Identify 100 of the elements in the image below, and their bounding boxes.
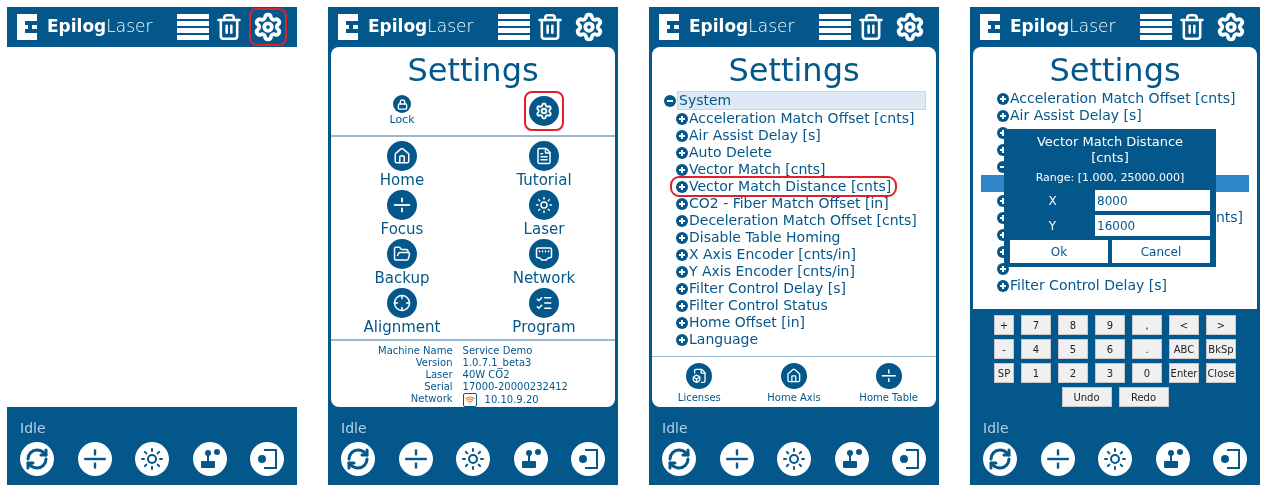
status-text: Idle bbox=[340, 419, 368, 437]
refresh-button[interactable] bbox=[662, 442, 696, 476]
lock-button[interactable]: Lock bbox=[389, 95, 415, 127]
key-button[interactable]: 8 bbox=[1058, 315, 1088, 335]
expand-icon[interactable] bbox=[676, 248, 688, 261]
key-button[interactable]: . bbox=[1132, 339, 1162, 359]
focus-button[interactable] bbox=[719, 442, 754, 476]
expand-icon[interactable] bbox=[997, 109, 1009, 122]
trash-icon[interactable] bbox=[1178, 13, 1206, 41]
key-button[interactable]: ABC bbox=[1169, 339, 1199, 359]
laser-button[interactable] bbox=[1098, 442, 1132, 476]
laser-frame-button[interactable] bbox=[1213, 442, 1247, 476]
trash-icon[interactable] bbox=[857, 13, 885, 41]
list-icon[interactable] bbox=[819, 14, 851, 40]
info-value: Service Demo bbox=[462, 345, 533, 357]
key-button[interactable]: 1 bbox=[1021, 363, 1051, 383]
menu-item[interactable]: Home bbox=[379, 141, 425, 190]
menu-item[interactable]: Network bbox=[512, 239, 576, 288]
value-input[interactable]: 8000 bbox=[1095, 190, 1210, 211]
refresh-button[interactable] bbox=[983, 442, 1017, 476]
expand-icon[interactable] bbox=[676, 282, 688, 295]
laser-button[interactable] bbox=[777, 442, 811, 476]
laser-frame-button[interactable] bbox=[571, 442, 605, 476]
key-button[interactable]: Enter bbox=[1169, 363, 1199, 383]
value-input[interactable]: 16000 bbox=[1095, 215, 1210, 236]
key-button[interactable]: 0 bbox=[1132, 363, 1162, 383]
key-button[interactable]: Redo bbox=[1118, 387, 1169, 407]
list-icon[interactable] bbox=[177, 14, 209, 40]
expand-icon[interactable] bbox=[676, 163, 688, 176]
joystick-button[interactable] bbox=[1155, 442, 1190, 476]
menu-item[interactable]: Alignment bbox=[363, 288, 441, 337]
joystick-button[interactable] bbox=[513, 442, 548, 476]
menu-item[interactable]: Focus bbox=[380, 190, 424, 239]
focus-button[interactable] bbox=[398, 442, 433, 476]
laser-frame-button[interactable] bbox=[892, 442, 926, 476]
key-button[interactable]: 7 bbox=[1021, 315, 1051, 335]
expand-icon[interactable] bbox=[676, 333, 688, 346]
menu-item[interactable]: Tutorial bbox=[516, 141, 572, 190]
field-label: X bbox=[1047, 192, 1058, 210]
status-text: Idle bbox=[982, 419, 1010, 437]
expand-icon[interactable] bbox=[676, 129, 688, 142]
tree-item[interactable]: System bbox=[677, 91, 926, 110]
trash-icon[interactable] bbox=[215, 13, 243, 41]
menu-item[interactable]: Program bbox=[512, 288, 576, 337]
action-button[interactable]: Home Table bbox=[859, 362, 918, 404]
key-button[interactable]: SP bbox=[994, 363, 1014, 383]
key-button[interactable]: Close bbox=[1206, 363, 1236, 383]
settings-button[interactable] bbox=[249, 8, 287, 46]
laser-button[interactable] bbox=[456, 442, 490, 476]
key-button[interactable]: > bbox=[1206, 315, 1236, 335]
list-icon[interactable] bbox=[498, 14, 530, 40]
menu-item[interactable]: Laser bbox=[523, 190, 565, 239]
expand-icon[interactable] bbox=[997, 279, 1009, 292]
key-button[interactable]: < bbox=[1169, 315, 1199, 335]
trash-icon[interactable] bbox=[536, 13, 564, 41]
tree-item[interactable]: Vector Match Distance [cnts] bbox=[670, 176, 898, 197]
expand-icon[interactable] bbox=[676, 265, 688, 278]
laser-burst-icon bbox=[1103, 447, 1127, 471]
key-button[interactable]: BkSp bbox=[1206, 339, 1236, 359]
dialog-button[interactable]: Cancel bbox=[1112, 240, 1210, 263]
expand-icon[interactable] bbox=[676, 214, 688, 227]
refresh-icon bbox=[25, 447, 49, 471]
refresh-button[interactable] bbox=[20, 442, 54, 476]
key-button[interactable]: + bbox=[994, 315, 1014, 335]
expand-icon[interactable] bbox=[676, 231, 688, 244]
setting-row-text[interactable]: Air Assist Delay [s] bbox=[1010, 107, 1142, 124]
key-button[interactable]: - bbox=[994, 339, 1014, 359]
expand-icon[interactable] bbox=[676, 112, 688, 125]
service-button[interactable] bbox=[524, 91, 564, 131]
focus-button[interactable] bbox=[1040, 442, 1075, 476]
key-button[interactable]: Undo bbox=[1061, 387, 1112, 407]
focus-icon bbox=[387, 190, 417, 220]
laser-button[interactable] bbox=[135, 442, 169, 476]
key-button[interactable]: 6 bbox=[1095, 339, 1125, 359]
expand-icon[interactable] bbox=[997, 92, 1009, 105]
focus-button[interactable] bbox=[77, 442, 112, 476]
action-button[interactable]: Licenses bbox=[677, 362, 721, 404]
key-button[interactable]: 4 bbox=[1021, 339, 1051, 359]
dialog-button[interactable]: Ok bbox=[1010, 240, 1108, 263]
key-button[interactable]: , bbox=[1132, 315, 1162, 335]
expand-icon[interactable] bbox=[676, 146, 688, 159]
joystick-button[interactable] bbox=[192, 442, 227, 476]
setting-row-text[interactable]: Filter Control Delay [s] bbox=[1010, 277, 1167, 294]
action-button[interactable]: Home Axis bbox=[767, 362, 821, 404]
key-button[interactable]: 3 bbox=[1095, 363, 1125, 383]
expand-icon[interactable] bbox=[676, 316, 688, 329]
laser-frame-button[interactable] bbox=[250, 442, 284, 476]
key-button[interactable]: 2 bbox=[1058, 363, 1088, 383]
key-button[interactable]: 5 bbox=[1058, 339, 1088, 359]
expand-icon[interactable] bbox=[676, 299, 688, 312]
expand-icon[interactable] bbox=[676, 197, 688, 210]
setting-row-text[interactable]: nts] bbox=[1215, 209, 1243, 226]
refresh-button[interactable] bbox=[341, 442, 375, 476]
setting-row-text[interactable]: Acceleration Match Offset [cnts] bbox=[1010, 90, 1236, 107]
key-button[interactable]: 9 bbox=[1095, 315, 1125, 335]
collapse-icon[interactable] bbox=[664, 94, 676, 107]
joystick-button[interactable] bbox=[834, 442, 869, 476]
expand-icon[interactable] bbox=[676, 180, 688, 193]
menu-item[interactable]: Backup bbox=[374, 239, 430, 288]
list-icon[interactable] bbox=[1140, 14, 1172, 40]
